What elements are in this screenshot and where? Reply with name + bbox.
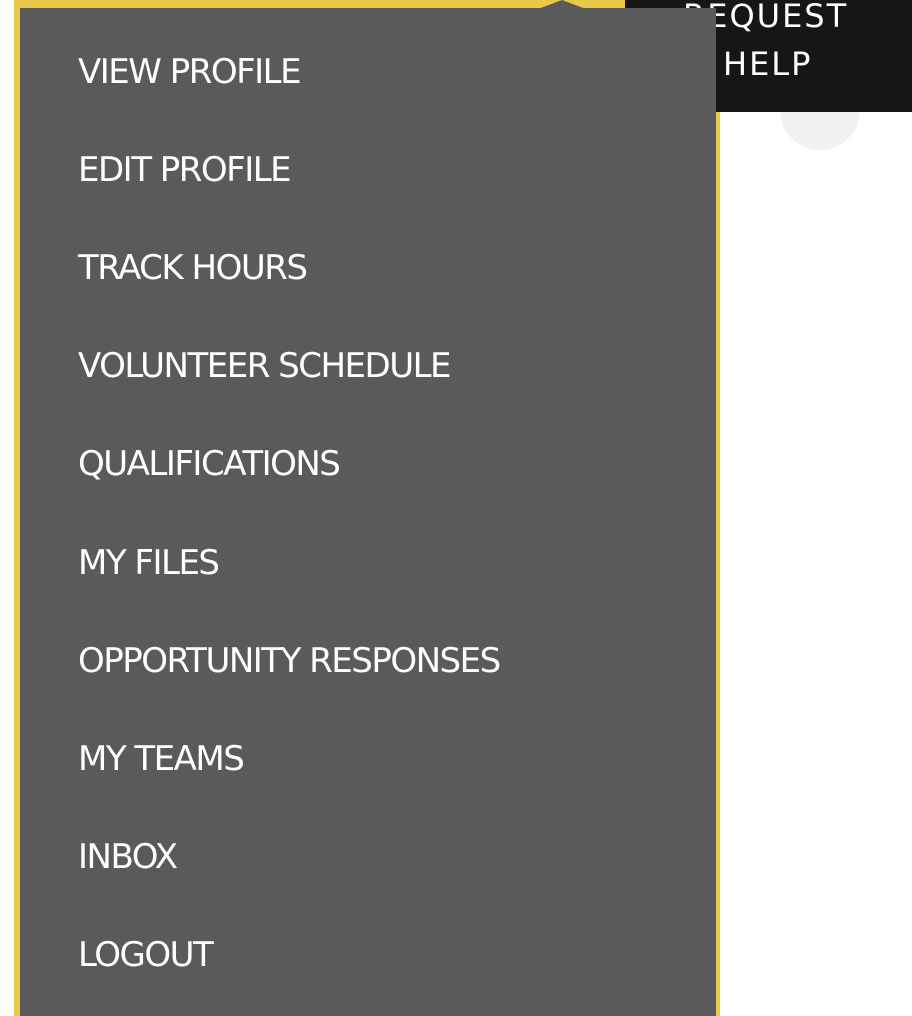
menu-item-view-profile[interactable]: VIEW PROFILE — [78, 40, 302, 104]
request-help-label-line1: REQUEST — [683, 0, 849, 35]
menu-item-opportunity-responses[interactable]: OPPORTUNITY RESPONSES — [78, 629, 501, 693]
menu-item-track-hours[interactable]: TRACK HOURS — [78, 236, 308, 300]
menu-item-my-files[interactable]: MY FILES — [78, 531, 220, 595]
menu-item-inbox[interactable]: INBOX — [78, 825, 178, 889]
menu-item-qualifications[interactable]: QUALIFICATIONS — [78, 432, 341, 496]
menu-item-edit-profile[interactable]: EDIT PROFILE — [78, 138, 292, 202]
menu-item-logout[interactable]: LOGOUT — [78, 923, 214, 987]
menu-item-my-teams[interactable]: MY TEAMS — [78, 727, 245, 791]
profile-dropdown-menu: VIEW PROFILE EDIT PROFILE TRACK HOURS VO… — [20, 8, 716, 1016]
menu-item-volunteer-schedule[interactable]: VOLUNTEER SCHEDULE — [78, 334, 452, 398]
request-help-label-line2: HELP — [723, 45, 813, 83]
